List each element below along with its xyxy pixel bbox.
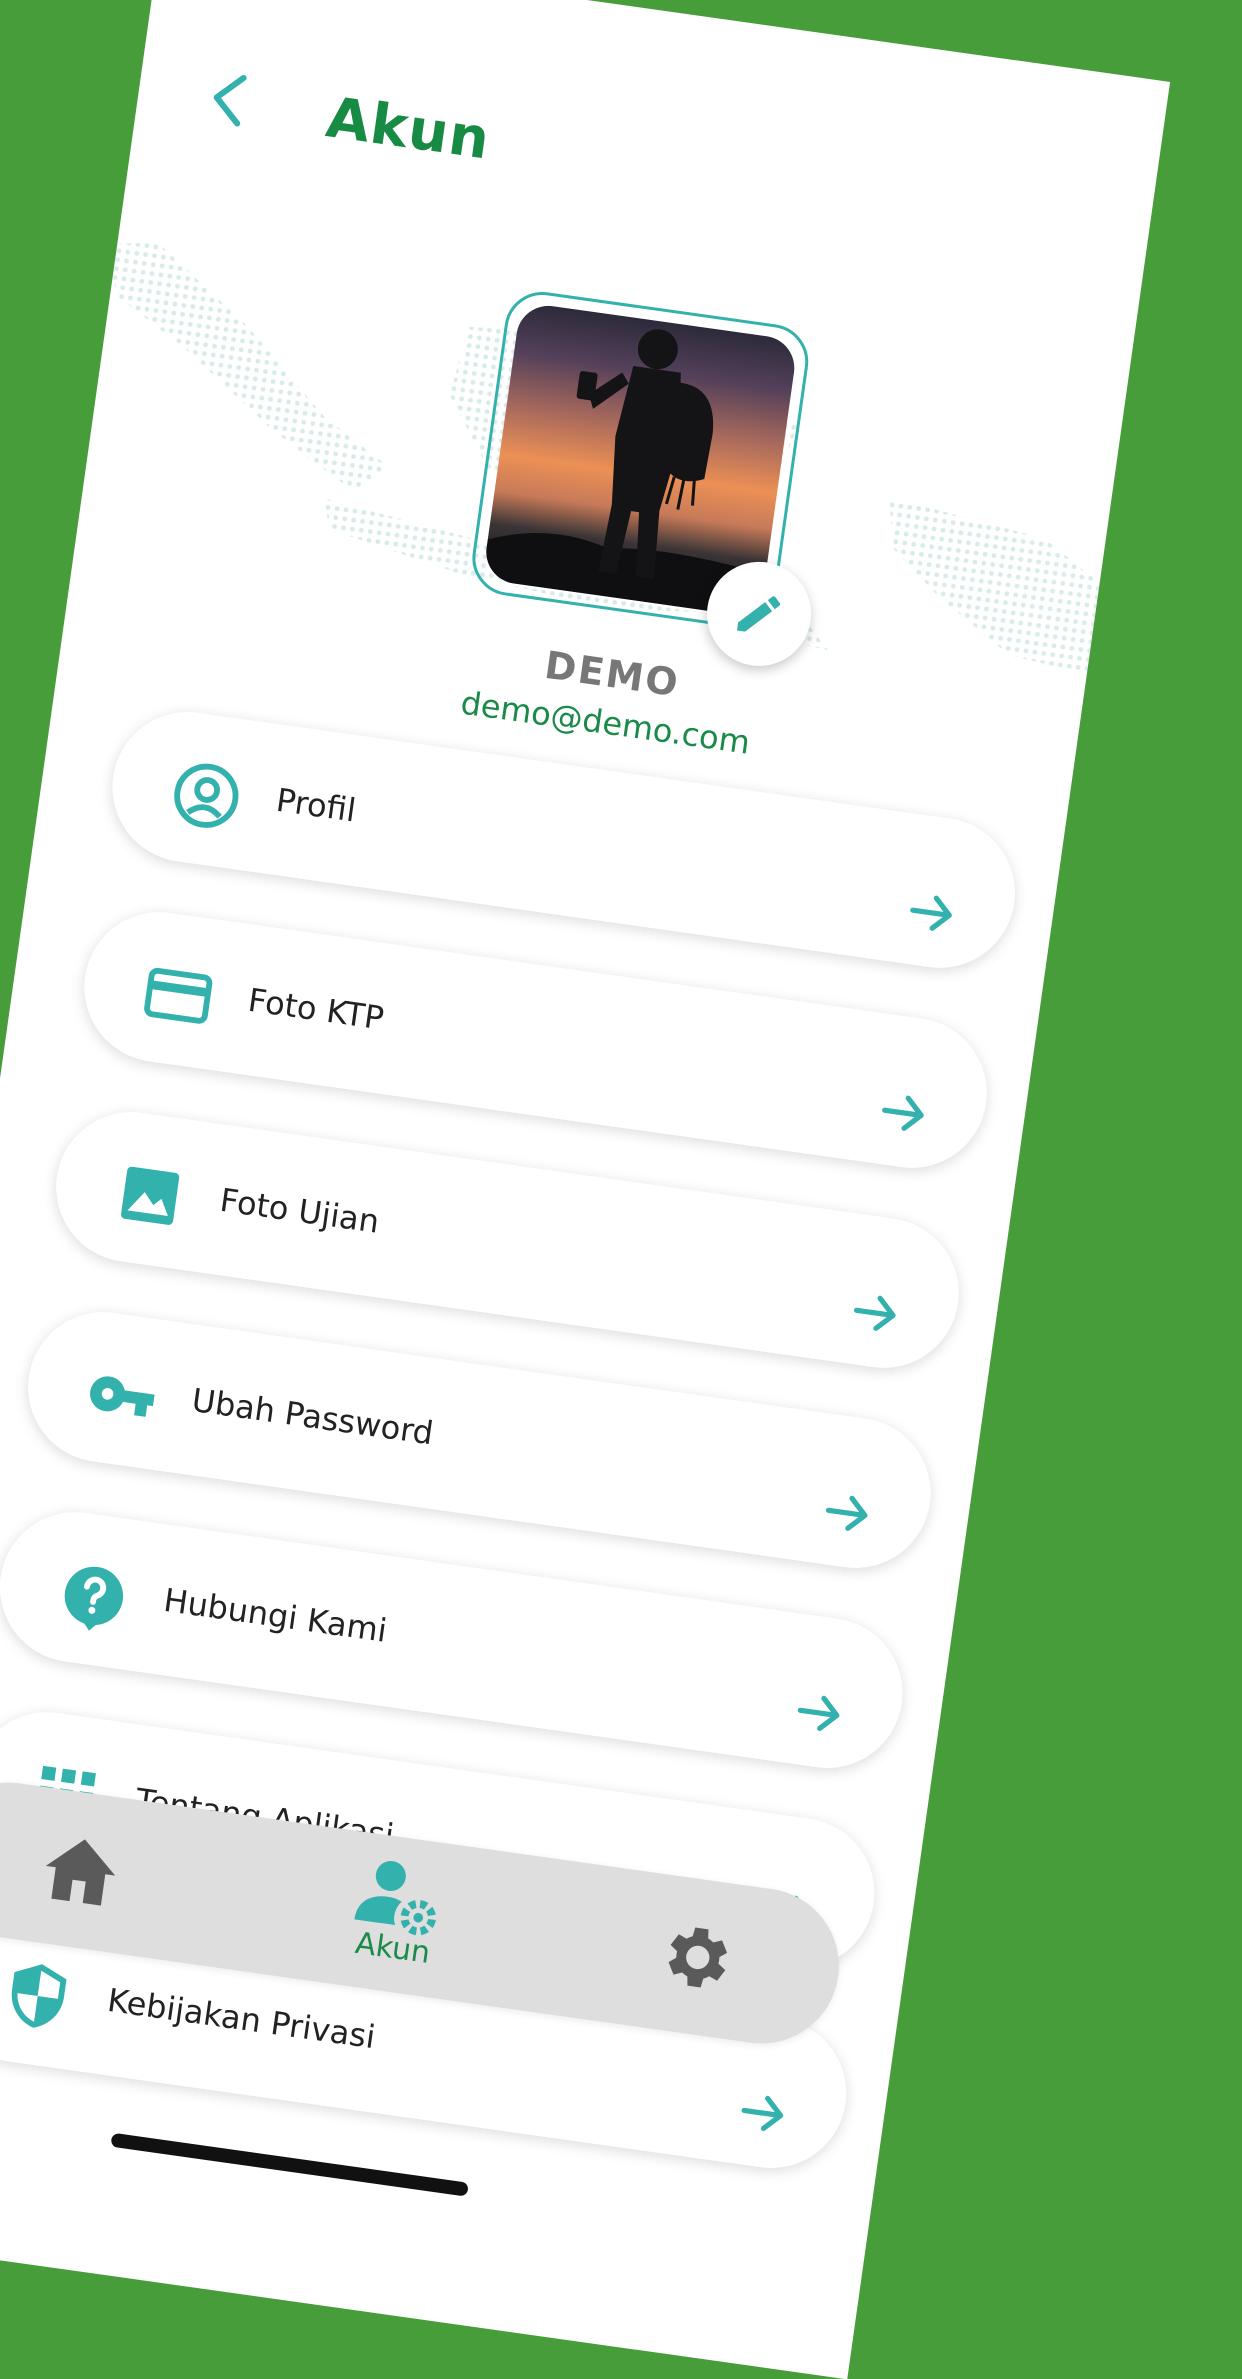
arrow-right-icon: [910, 895, 952, 931]
menu-label: Ubah Password: [189, 1380, 436, 1453]
back-button[interactable]: [195, 65, 263, 133]
key-icon: [82, 1356, 161, 1435]
phone-screen: Akun DEMO demo@demo.com Profil Foto KTP …: [0, 0, 1171, 2379]
nav-home-button[interactable]: [35, 1826, 125, 1916]
arrow-right-icon: [853, 1295, 896, 1331]
pencil-icon: [737, 596, 781, 632]
menu-label: Hubungi Kami: [161, 1580, 390, 1650]
gear-icon: [668, 1927, 728, 1988]
menu-label: Foto Ujian: [217, 1180, 382, 1241]
image-icon: [111, 1156, 190, 1235]
arrow-right-icon: [882, 1095, 924, 1131]
arrow-right-icon: [741, 2095, 784, 2132]
home-icon: [45, 1839, 116, 1906]
menu-label: Kebijakan Privasi: [105, 1980, 378, 2057]
nav-settings-button[interactable]: [649, 1912, 739, 2002]
credit-card-icon: [139, 956, 218, 1035]
shield-icon: [0, 1956, 77, 2035]
help-bubble-icon: [54, 1556, 133, 1635]
account-circle-icon: [167, 756, 246, 835]
nav-akun-button[interactable]: Akun: [329, 1849, 465, 1985]
arrow-right-icon: [797, 1695, 840, 1731]
arrow-right-icon: [825, 1495, 868, 1531]
menu-label: Profil: [273, 780, 359, 830]
menu-label: Foto KTP: [245, 980, 387, 1038]
page-title: Akun: [322, 85, 495, 173]
